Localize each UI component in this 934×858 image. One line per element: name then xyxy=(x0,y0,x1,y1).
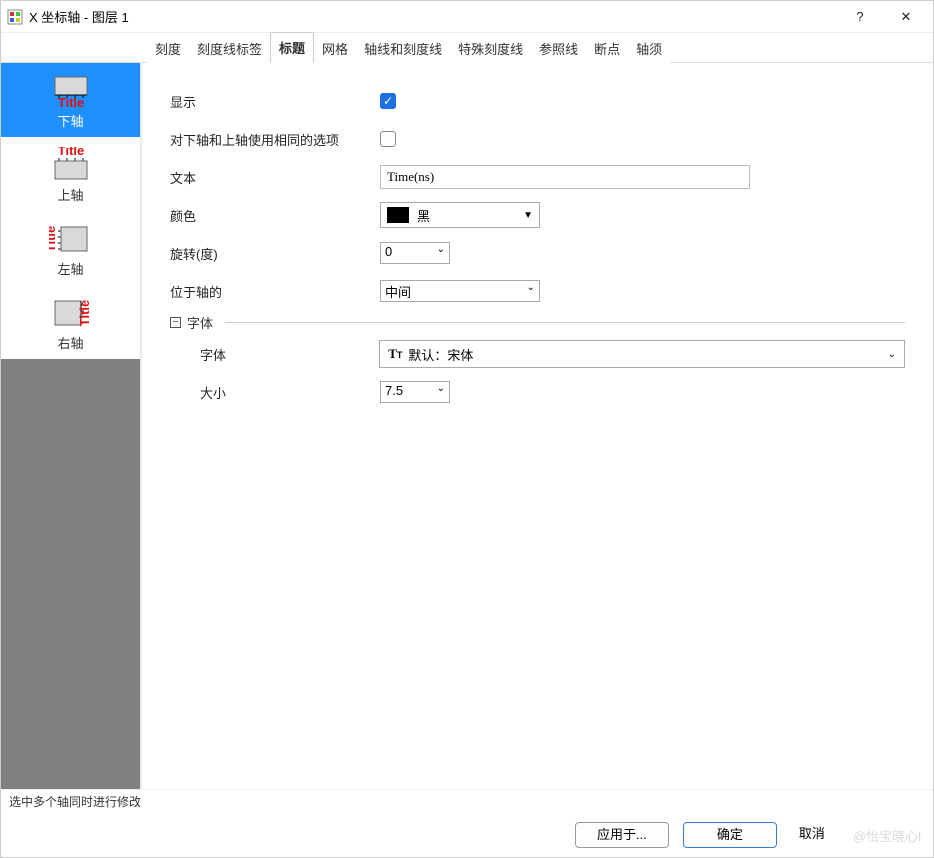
font-section-label: 字体 xyxy=(187,313,213,332)
same-options-checkbox[interactable] xyxy=(380,131,396,147)
size-select[interactable]: 7.5 ⌄ xyxy=(380,381,450,403)
rotate-select[interactable]: 0 ⌄ xyxy=(380,242,450,264)
show-label: 显示 xyxy=(170,92,380,111)
sidebar-item-label: 上轴 xyxy=(57,185,83,204)
cancel-button[interactable]: 取消 xyxy=(791,822,833,848)
close-icon: ✕ xyxy=(901,9,912,25)
position-label: 位于轴的 xyxy=(170,282,380,301)
font-section-header: − 字体 xyxy=(170,313,905,332)
show-checkbox[interactable] xyxy=(380,93,396,109)
chevron-down-icon: ⌄ xyxy=(437,383,445,394)
chevron-down-icon: ⌄ xyxy=(527,282,535,293)
sidebar-item-label: 下轴 xyxy=(57,111,83,130)
svg-text:Title: Title xyxy=(57,147,84,158)
apply-to-button[interactable]: 应用于... xyxy=(575,822,669,848)
color-label: 颜色 xyxy=(170,206,380,225)
tab-strip: 刻度 刻度线标签 标题 网格 轴线和刻度线 特殊刻度线 参照线 断点 轴须 xyxy=(1,33,933,63)
size-label: 大小 xyxy=(170,383,380,402)
section-divider xyxy=(225,322,905,323)
sidebar-item-label: 左轴 xyxy=(57,259,83,278)
color-select[interactable]: 黑 ▼ xyxy=(380,202,540,228)
font-label: 字体 xyxy=(170,345,379,364)
position-value: 中间 xyxy=(385,285,411,300)
close-button[interactable]: ✕ xyxy=(883,1,929,33)
footer-hint: 选中多个轴同时进行修改 xyxy=(1,789,933,813)
color-swatch xyxy=(387,207,409,223)
tab-grid[interactable]: 网格 xyxy=(314,34,356,63)
tab-breaks[interactable]: 断点 xyxy=(586,34,628,63)
axis-list: Title 下轴 Title 上轴 Title 左轴 Title xyxy=(1,63,140,359)
chevron-down-icon: ⌄ xyxy=(437,244,445,255)
axis-bottom-icon: Title xyxy=(47,71,95,111)
sidebar-item-label: 右轴 xyxy=(57,333,83,352)
tab-scale[interactable]: 刻度 xyxy=(147,34,189,63)
sidebar-item-right-axis[interactable]: Title 右轴 xyxy=(1,285,140,359)
window-title: X 坐标轴 - 图层 1 xyxy=(29,7,837,26)
question-icon: ? xyxy=(856,9,863,24)
text-label: 文本 xyxy=(170,168,380,187)
chevron-down-icon: ⌄ xyxy=(888,349,896,360)
tab-tick-labels[interactable]: 刻度线标签 xyxy=(189,34,270,63)
axis-right-icon: Title xyxy=(47,293,95,333)
watermark: @怡宝晓心l xyxy=(853,826,921,845)
axis-top-icon: Title xyxy=(47,145,95,185)
rotate-label: 旋转(度) xyxy=(170,244,380,263)
font-icon: TT xyxy=(388,346,402,362)
svg-text:Title: Title xyxy=(77,299,92,326)
svg-text:Title: Title xyxy=(57,95,84,109)
footer-buttons: 应用于... 确定 取消 @怡宝晓心l xyxy=(1,813,933,857)
rotate-value: 0 xyxy=(385,244,392,259)
axis-left-icon: Title xyxy=(47,219,95,259)
help-button[interactable]: ? xyxy=(837,1,883,33)
sidebar-filler xyxy=(1,359,140,789)
main: Title 下轴 Title 上轴 Title 左轴 Title xyxy=(1,63,933,789)
font-select[interactable]: TT 默认：宋体 ⌄ xyxy=(379,340,905,368)
ok-button[interactable]: 确定 xyxy=(683,822,777,848)
size-value: 7.5 xyxy=(385,383,403,398)
font-value: 默认：宋体 xyxy=(408,345,473,364)
sidebar-item-left-axis[interactable]: Title 左轴 xyxy=(1,211,140,285)
titlebar: X 坐标轴 - 图层 1 ? ✕ xyxy=(1,1,933,33)
svg-text:Title: Title xyxy=(49,225,58,252)
tab-special-ticks[interactable]: 特殊刻度线 xyxy=(450,34,531,63)
tab-rug[interactable]: 轴须 xyxy=(628,34,670,63)
same-options-label: 对下轴和上轴使用相同的选项 xyxy=(170,130,380,149)
chevron-down-icon: ▼ xyxy=(523,210,533,221)
sidebar-item-bottom-axis[interactable]: Title 下轴 xyxy=(1,63,140,137)
tab-axis-ticks[interactable]: 轴线和刻度线 xyxy=(356,34,450,63)
title-text-input[interactable] xyxy=(380,165,750,189)
content-panel: 显示 对下轴和上轴使用相同的选项 文本 颜色 黑 ▼ 旋转(度) 0 ⌄ xyxy=(141,63,933,789)
sidebar-item-top-axis[interactable]: Title 上轴 xyxy=(1,137,140,211)
collapse-toggle[interactable]: − xyxy=(170,317,181,328)
color-value: 黑 xyxy=(417,206,430,225)
tab-ref-lines[interactable]: 参照线 xyxy=(531,34,586,63)
position-select[interactable]: 中间 ⌄ xyxy=(380,280,540,302)
tab-title[interactable]: 标题 xyxy=(270,32,314,63)
app-icon xyxy=(7,9,23,25)
sidebar: Title 下轴 Title 上轴 Title 左轴 Title xyxy=(1,63,141,789)
